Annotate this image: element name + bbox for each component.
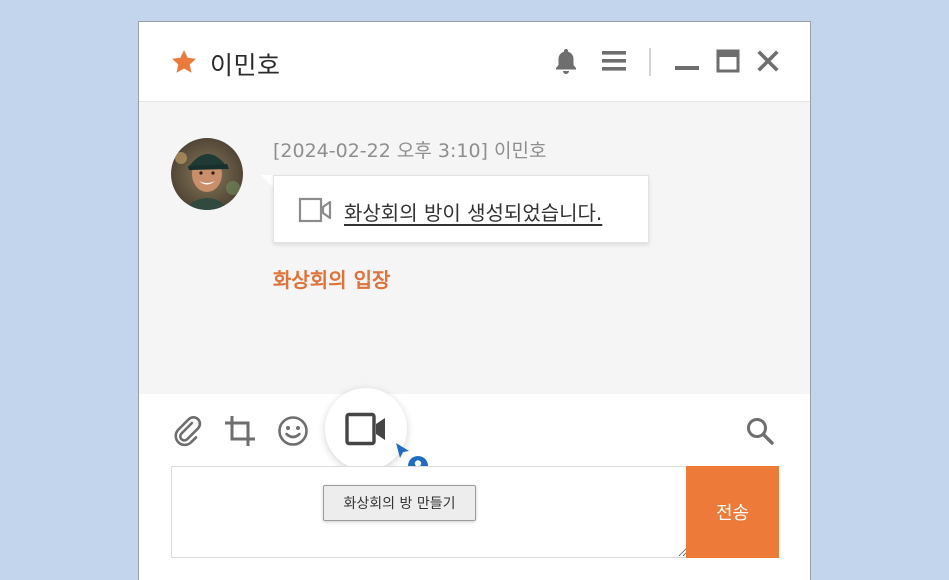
message-bubble: 화상회의 방이 생성되었습니다.: [273, 175, 649, 243]
emoji-icon[interactable]: [276, 414, 310, 448]
tooltip: 화상회의 방 만들기: [323, 485, 476, 521]
avatar[interactable]: [171, 138, 243, 210]
menu-icon[interactable]: [599, 46, 629, 76]
paperclip-icon[interactable]: [171, 414, 205, 448]
title-divider: [649, 48, 651, 76]
send-button[interactable]: 전송: [686, 466, 779, 558]
message-meta: [2024-02-22 오후 3:10] 이민호: [273, 140, 547, 162]
crop-icon[interactable]: [223, 414, 257, 448]
star-icon[interactable]: [170, 48, 198, 76]
chat-window: 이민호 [2024-02-22 오후 3:10] 이민호 화상회의 방이 생성되…: [138, 21, 811, 580]
video-camera-icon: [345, 412, 385, 446]
window-title: 이민호: [210, 51, 281, 80]
chat-area: [2024-02-22 오후 3:10] 이민호 화상회의 방이 생성되었습니다…: [139, 102, 810, 394]
maximize-icon[interactable]: [713, 46, 743, 76]
bell-icon[interactable]: [551, 46, 581, 76]
search-icon[interactable]: [743, 414, 777, 448]
composer-toolbar: [139, 394, 810, 466]
video-camera-icon: [298, 197, 332, 223]
message-text[interactable]: 화상회의 방이 생성되었습니다.: [344, 197, 602, 226]
title-bar: 이민호: [139, 22, 810, 102]
close-icon[interactable]: [753, 46, 783, 76]
join-meeting-link[interactable]: 화상회의 입장: [273, 264, 390, 293]
minimize-icon[interactable]: [672, 46, 702, 76]
